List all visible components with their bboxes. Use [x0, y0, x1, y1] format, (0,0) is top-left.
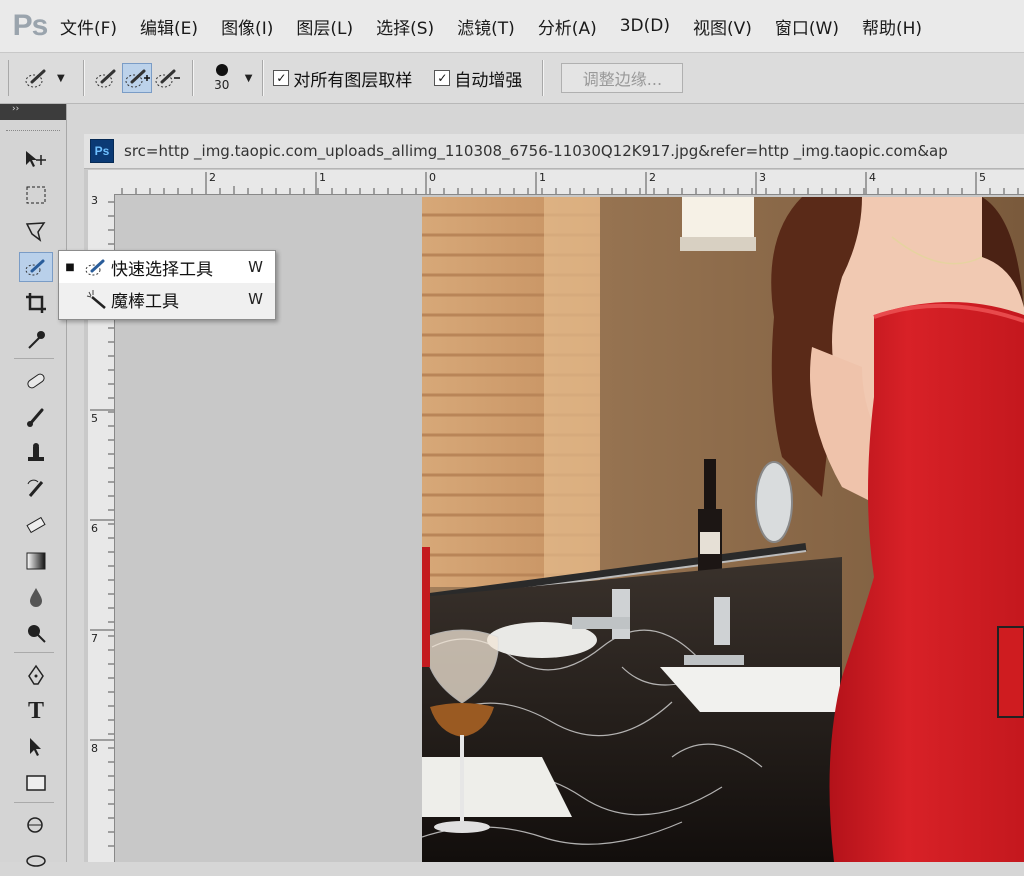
ruler-label: 1: [319, 171, 326, 184]
flyout-item-quick-selection[interactable]: ■ 快速选择工具 W: [59, 251, 275, 283]
menu-layer[interactable]: 图层(L): [296, 14, 353, 39]
add-to-selection-button[interactable]: [121, 63, 152, 93]
quick-selection-icon: [81, 255, 111, 279]
flyout-item-label: 快速选择工具: [111, 259, 213, 280]
options-bar: ▼ 30 ▼ ✓ 对所有图层取样 ✓ 自动增强 调整边缘...: [0, 53, 1024, 104]
photo-illustration: [422, 197, 1024, 862]
flyout-item-label: 魔棒工具: [111, 291, 179, 312]
lasso-tool-icon[interactable]: [19, 216, 53, 246]
type-tool-icon[interactable]: T: [19, 696, 53, 726]
3d-orbit-tool-icon[interactable]: [19, 846, 53, 876]
menu-bar: Ps 文件(F) 编辑(E) 图像(I) 图层(L) 选择(S) 滤镜(T) 分…: [0, 0, 1024, 53]
photoshop-logo: Ps: [12, 9, 49, 42]
ruler-label: 4: [869, 171, 876, 184]
ruler-label: 0: [429, 171, 436, 184]
menu-file[interactable]: 文件(F): [60, 14, 117, 39]
sample-all-layers-label: 对所有图层取样: [293, 70, 413, 91]
healing-brush-tool-icon[interactable]: [19, 366, 53, 396]
add-selection-icon: [125, 69, 150, 88]
rectangle-tool-icon[interactable]: [19, 768, 53, 798]
menu-window[interactable]: 窗口(W): [775, 14, 839, 39]
checkbox-icon: ✓: [273, 70, 290, 86]
path-selection-tool-icon[interactable]: [19, 732, 53, 762]
blur-tool-icon[interactable]: [19, 582, 53, 612]
menu-help[interactable]: 帮助(H): [862, 14, 922, 39]
ruler-label: 1: [539, 171, 546, 184]
marquee-tool-icon[interactable]: [19, 180, 53, 210]
canvas-image[interactable]: [422, 197, 1024, 862]
3d-rotate-tool-icon[interactable]: [19, 810, 53, 840]
subtract-from-selection-button[interactable]: [152, 63, 182, 93]
divider: [14, 358, 54, 359]
ruler-label: 8: [91, 742, 98, 755]
checkbox-icon: ✓: [434, 70, 451, 86]
ruler-label: 3: [759, 171, 766, 184]
divider: [191, 60, 193, 96]
pen-tool-icon[interactable]: [19, 660, 53, 690]
panel-grip[interactable]: [6, 120, 60, 131]
new-selection-icon: [95, 69, 116, 88]
brush-tool-icon[interactable]: [19, 402, 53, 432]
shortcut-key: W: [248, 290, 263, 308]
collapse-icon[interactable]: ››: [0, 104, 66, 120]
ruler-ticks: [121, 172, 1019, 194]
menu-select[interactable]: 选择(S): [376, 14, 434, 39]
document-tab[interactable]: Ps src=http _img.taopic.com_uploads_alli…: [84, 134, 1024, 169]
ruler-label: 7: [91, 632, 98, 645]
brush-tip-icon: [215, 64, 228, 76]
tools-panel: ›› T: [0, 104, 67, 867]
auto-enhance-checkbox[interactable]: ✓ 自动增强: [434, 66, 522, 91]
menu-view[interactable]: 视图(V): [693, 14, 752, 39]
ps-file-icon: Ps: [90, 139, 114, 163]
ruler-origin[interactable]: [88, 170, 115, 195]
tool-flyout-menu: ■ 快速选择工具 W 魔棒工具 W: [58, 250, 276, 320]
chevron-down-icon[interactable]: ▼: [245, 73, 253, 84]
tool-preset-picker[interactable]: [21, 63, 53, 93]
dodge-tool-icon[interactable]: [19, 618, 53, 648]
auto-enhance-label: 自动增强: [454, 70, 523, 91]
subtract-selection-icon: [155, 69, 180, 88]
brush-picker[interactable]: 30: [207, 64, 237, 92]
horizontal-ruler[interactable]: 2 1 0 1 2 3 4 5: [114, 170, 1024, 195]
document-title: src=http _img.taopic.com_uploads_allimg_…: [124, 142, 948, 160]
ruler-label: 6: [91, 522, 98, 535]
document-window: Ps src=http _img.taopic.com_uploads_alli…: [84, 134, 1024, 862]
eyedropper-tool-icon[interactable]: [19, 324, 53, 354]
refine-edge-button[interactable]: 调整边缘...: [561, 63, 684, 93]
flyout-item-magic-wand[interactable]: 魔棒工具 W: [59, 283, 275, 315]
ruler-label: 5: [91, 412, 98, 425]
move-tool-icon[interactable]: [19, 144, 53, 174]
menu-filter[interactable]: 滤镜(T): [457, 14, 515, 39]
divider: [542, 60, 544, 96]
eraser-tool-icon[interactable]: [19, 510, 53, 540]
ruler-label: 2: [649, 171, 656, 184]
ruler-label: 3: [91, 194, 98, 207]
clone-stamp-tool-icon[interactable]: [19, 438, 53, 468]
gradient-tool-icon[interactable]: [19, 546, 53, 576]
divider: [262, 60, 264, 96]
menu-3d[interactable]: 3D(D): [620, 16, 670, 36]
ruler-label: 2: [209, 171, 216, 184]
shortcut-key: W: [248, 258, 263, 276]
menu-image[interactable]: 图像(I): [221, 14, 273, 39]
selected-bullet-icon: ■: [65, 261, 75, 273]
menu-analysis[interactable]: 分析(A): [538, 14, 597, 39]
quick-selection-icon: [25, 69, 46, 88]
history-brush-tool-icon[interactable]: [19, 474, 53, 504]
brush-size: 30: [214, 78, 230, 92]
magic-wand-icon: [81, 287, 111, 311]
quick-selection-tool-icon[interactable]: [19, 252, 53, 282]
sample-all-layers-checkbox[interactable]: ✓ 对所有图层取样: [273, 66, 412, 91]
new-selection-button[interactable]: [92, 63, 122, 93]
divider: [14, 652, 54, 653]
divider: [14, 802, 54, 803]
ruler-label: 5: [979, 171, 986, 184]
crop-tool-icon[interactable]: [19, 288, 53, 318]
divider: [82, 60, 84, 96]
chevron-down-icon[interactable]: ▼: [57, 73, 65, 84]
menu-edit[interactable]: 编辑(E): [140, 14, 198, 39]
